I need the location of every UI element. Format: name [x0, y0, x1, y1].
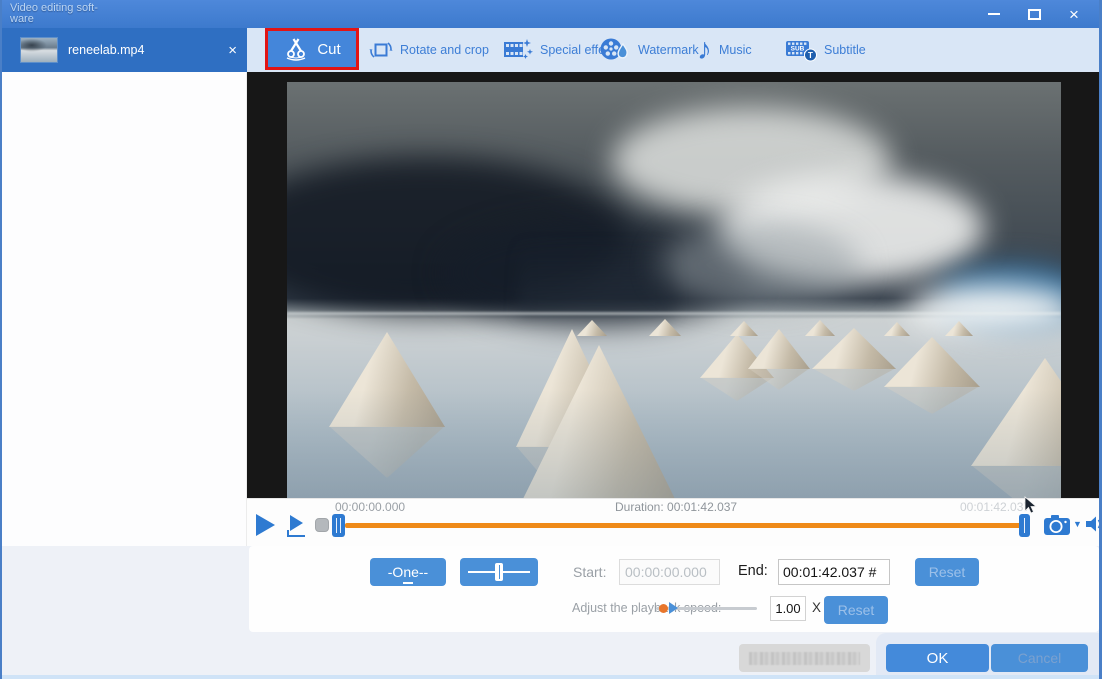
video-frame	[287, 82, 1061, 498]
tab-watermark-label: Watermark	[638, 43, 699, 57]
salt-cone	[945, 321, 973, 336]
close-button[interactable]: ×	[1063, 4, 1085, 24]
tab-watermark[interactable]: Watermark	[599, 28, 699, 72]
end-time-input[interactable]	[778, 559, 890, 585]
garbled-text	[749, 652, 860, 665]
salt-cone	[577, 320, 607, 336]
ok-button[interactable]: OK	[886, 644, 989, 672]
speed-input[interactable]	[770, 596, 806, 621]
video-preview-area	[247, 72, 1099, 498]
gray-cloud	[658, 223, 860, 307]
toolbar: Cut Rotate and crop Special effects Wate…	[247, 28, 1099, 72]
svg-text:T: T	[808, 51, 813, 60]
file-list-panel	[2, 72, 247, 546]
snapshot-icon[interactable]	[1043, 514, 1071, 536]
cut-mode-one-button[interactable]: -One--	[370, 558, 446, 586]
file-tab[interactable]: reneelab.mp4 ×	[2, 28, 247, 72]
salt-cone	[730, 321, 758, 336]
tab-cut-label: Cut	[317, 40, 341, 58]
salt-cone	[884, 337, 980, 387]
title-bar: Video editing soft-ware ×	[2, 0, 1099, 28]
reset-trim-button[interactable]: Reset	[915, 558, 979, 586]
salt-cone	[649, 319, 681, 336]
range-knob-slit	[498, 565, 500, 579]
video-thumbnail	[20, 37, 58, 63]
maximize-icon	[1027, 8, 1041, 20]
special-effects-icon	[504, 39, 533, 59]
tab-subtitle[interactable]: SUB T Subtitle	[785, 28, 866, 72]
tab-subtitle-label: Subtitle	[824, 43, 866, 57]
close-icon: ×	[1069, 4, 1079, 24]
salt-cone-reflection	[748, 368, 810, 390]
cut-settings-panel: -One-- Start: End: Reset Adjust the play…	[2, 546, 1099, 679]
speed-multiplier-label: X	[812, 600, 822, 615]
play-button[interactable]	[256, 514, 275, 536]
rain-shaft	[519, 240, 674, 315]
salt-cone	[805, 320, 835, 336]
start-label: Start:	[573, 564, 607, 580]
file-name: reneelab.mp4	[68, 43, 145, 57]
tab-music[interactable]: ♪ Music	[697, 28, 752, 72]
foreground-shade	[287, 389, 1061, 498]
watermark-icon	[600, 38, 628, 60]
start-time-input[interactable]	[619, 559, 720, 585]
svg-text:SUB: SUB	[791, 45, 805, 52]
speed-slider-handle[interactable]	[659, 603, 668, 613]
maximize-button[interactable]	[1023, 4, 1045, 24]
snapshot-menu-caret[interactable]: ▼	[1073, 519, 1082, 529]
disabled-garbled-button[interactable]	[739, 644, 870, 672]
cut-mode-range-button[interactable]	[460, 558, 538, 586]
current-time: 00:00:00.000	[335, 500, 406, 514]
volume-icon[interactable]	[1085, 515, 1102, 533]
play-selection-icon	[290, 515, 303, 531]
speed-slider-marker	[669, 602, 678, 614]
tab-rotate-crop-label: Rotate and crop	[400, 43, 489, 57]
file-close-icon[interactable]: ×	[228, 28, 237, 72]
cancel-button[interactable]: Cancel	[991, 644, 1088, 672]
salt-cone	[884, 322, 910, 336]
tab-rotate-crop[interactable]: Rotate and crop	[369, 28, 489, 72]
window-title: Video editing soft-ware	[10, 2, 98, 25]
app-window: Video editing soft-ware × reneelab.mp4 ×…	[0, 0, 1102, 679]
minimize-button[interactable]	[983, 4, 1005, 24]
duration-text: Duration: 00:01:42.037	[615, 500, 738, 514]
stop-button[interactable]	[315, 518, 329, 532]
window-bottom-edge	[2, 675, 1099, 679]
play-selection-button[interactable]	[287, 515, 309, 537]
cut-mode-one-underline	[403, 582, 413, 584]
tab-music-label: Music	[719, 43, 752, 57]
trim-start-handle[interactable]	[332, 514, 345, 537]
rotate-crop-icon	[369, 42, 393, 58]
play-selection-underline	[287, 530, 305, 537]
timeline-track[interactable]	[345, 523, 1021, 528]
reset-speed-button[interactable]: Reset	[824, 596, 888, 624]
subtitle-icon: SUB T	[786, 41, 817, 62]
tab-cut[interactable]: Cut	[265, 28, 359, 70]
end-timestamp: 00:01:42.037	[960, 500, 1031, 514]
trim-end-handle[interactable]	[1019, 514, 1030, 537]
end-label: End:	[738, 563, 768, 579]
scissors-icon	[287, 38, 306, 61]
cut-mode-one-label: -One--	[387, 564, 429, 580]
horizon	[287, 312, 1061, 316]
playback-bar: 00:00:00.000 Duration: 00:01:42.037 00:0…	[247, 496, 1102, 546]
music-icon: ♪	[697, 33, 712, 66]
minimize-icon	[988, 13, 1000, 15]
white-cumulus	[906, 285, 1061, 332]
mouse-cursor	[1024, 496, 1037, 514]
